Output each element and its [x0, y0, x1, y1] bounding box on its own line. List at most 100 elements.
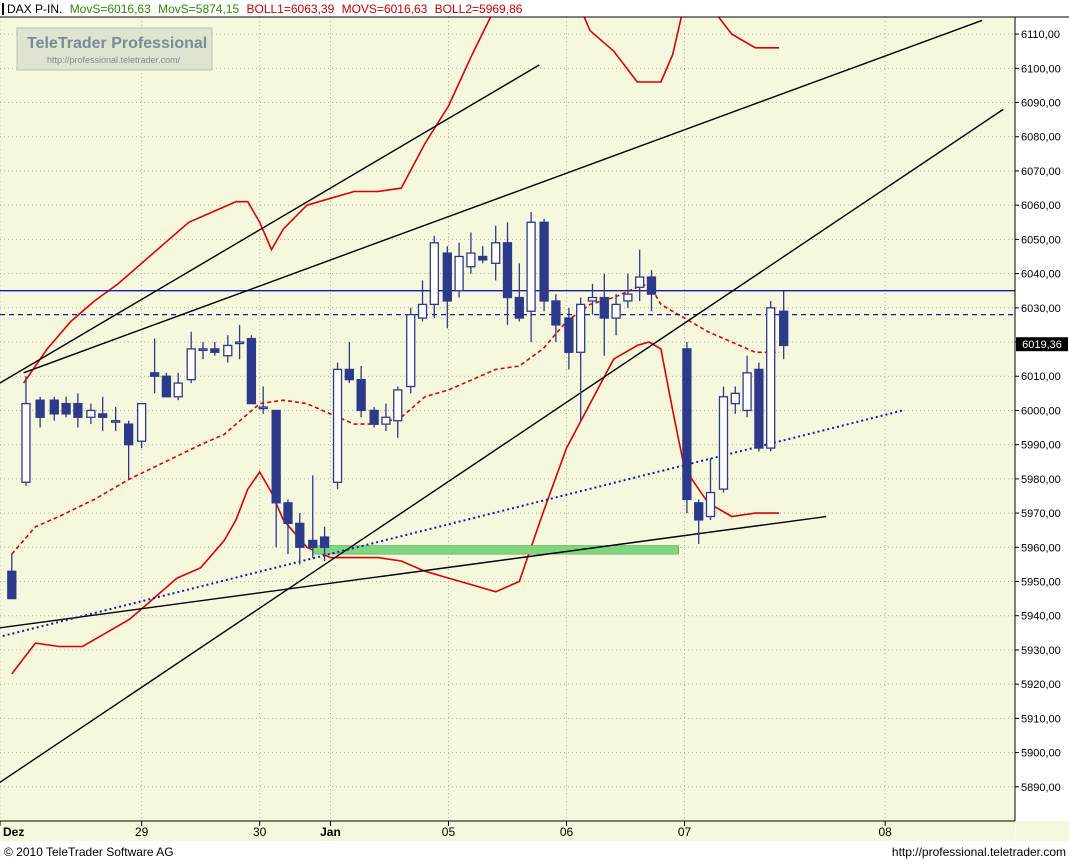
candle-body-down — [551, 300, 561, 326]
candle-body-down — [779, 310, 789, 347]
x-tick-label: 29 — [135, 825, 149, 839]
candle-body-down — [369, 409, 379, 425]
y-tick-label: 6010,00 — [1021, 371, 1061, 383]
support-zone-layer — [312, 545, 679, 555]
x-tick-label: 05 — [442, 825, 456, 839]
candlestick-chart: 5890,00 5900,00 5910,00 5920,00 5930,00 5940,… — [0, 0, 1069, 862]
candle-body-up — [766, 307, 776, 449]
candle-body-down — [98, 413, 108, 418]
candle-body-down — [344, 368, 354, 381]
candle-body-down — [646, 276, 657, 295]
candle-body-up — [491, 242, 501, 264]
symbol-label: DAX P-IN. — [7, 2, 62, 16]
candle-body-down — [694, 502, 704, 521]
footer-copyright: © 2010 TeleTrader Software AG — [4, 845, 174, 859]
candle — [754, 362, 764, 452]
candle-body-up — [742, 372, 752, 412]
y-tick-label: 6090,00 — [1021, 98, 1061, 110]
candle-body-down — [754, 368, 764, 449]
boll1-label: BOLL1=6063,39 — [247, 2, 335, 16]
candle-body-up — [111, 420, 121, 423]
candle-body-down — [161, 375, 172, 398]
candle-body-up — [526, 221, 536, 312]
candle-body-up — [454, 255, 464, 292]
candle-body-down — [271, 409, 281, 504]
candle-body-up — [466, 252, 476, 268]
candle-body-up — [332, 368, 343, 483]
candle-body-down — [514, 296, 524, 319]
y-tick-label: 6080,00 — [1021, 132, 1061, 144]
boll2-label: BOLL2=5969,86 — [435, 2, 523, 16]
x-tick-label: 08 — [878, 825, 892, 839]
y-tick-label: 6000,00 — [1021, 405, 1061, 417]
candle — [136, 402, 147, 449]
y-tick-label: 5910,00 — [1021, 713, 1061, 725]
y-tick-label: 6050,00 — [1021, 234, 1061, 246]
plot-area — [0, 17, 1015, 821]
title-bar-marker — [2, 3, 4, 15]
candle-body-up — [186, 348, 196, 381]
candle-body-up — [635, 276, 645, 288]
y-tick-label: 5940,00 — [1021, 611, 1061, 623]
candle-body-down — [295, 522, 305, 548]
y-tick-label: 5920,00 — [1021, 679, 1061, 691]
candle-body-down — [7, 570, 17, 600]
candle-body-down — [73, 402, 83, 418]
candle-body-up — [198, 348, 208, 352]
candle — [406, 307, 416, 394]
candle-body-up — [730, 392, 740, 405]
watermark-title: TeleTrader Professional — [27, 35, 207, 52]
candle-body-up — [429, 242, 439, 306]
x-tick-label: 30 — [253, 825, 267, 839]
candle — [682, 342, 692, 514]
y-tick-label: 6110,00 — [1021, 29, 1060, 41]
candle-body-down — [502, 242, 513, 299]
candle-body-up — [417, 303, 428, 319]
y-tick-label: 5990,00 — [1021, 440, 1061, 452]
y-tick-label: 5970,00 — [1021, 508, 1061, 520]
watermark: TeleTrader Professional http://professio… — [16, 27, 213, 71]
y-tick-label: 5980,00 — [1021, 474, 1061, 486]
y-tick-label: 6070,00 — [1021, 166, 1061, 178]
y-tick-label: 5890,00 — [1021, 782, 1061, 794]
chart-window: 5890,00 5900,00 5910,00 5920,00 5930,00 5940,… — [0, 0, 1069, 862]
candle-body-up — [718, 396, 729, 490]
candle — [718, 386, 729, 493]
last-price-label: 6019,36 — [1022, 339, 1062, 351]
y-tick-label: 6030,00 — [1021, 303, 1061, 315]
candle — [161, 372, 172, 398]
y-tick-label: 5960,00 — [1021, 542, 1061, 554]
candle — [766, 300, 776, 452]
y-tick-label: 6040,00 — [1021, 269, 1061, 281]
y-tick-label: 6060,00 — [1021, 200, 1061, 212]
candle-body-up — [406, 314, 416, 388]
watermark-url: http://professional.teletrader.com/ — [47, 55, 181, 65]
candle-body-up — [234, 341, 245, 345]
candle — [369, 407, 379, 428]
support-zone — [312, 545, 679, 555]
candle-body-up — [393, 389, 403, 422]
candle-body-down — [35, 399, 45, 418]
candle-body-down — [210, 348, 220, 353]
indicator-legend: DAX P-IN. MovS=6016,63 MovS=5874,15 BOLL… — [7, 2, 523, 16]
y-tick-label: 5930,00 — [1021, 645, 1061, 657]
candle-body-down — [319, 536, 330, 548]
candle-body-up — [136, 402, 147, 442]
candle-body-up — [173, 382, 183, 398]
candle-body-up — [623, 293, 633, 302]
candle-body-up — [611, 303, 621, 319]
candle-body-up — [223, 344, 233, 357]
candle-body-up — [258, 406, 268, 410]
x-tick-label: Jan — [320, 825, 341, 839]
candle-body-down — [123, 423, 134, 446]
candle-body-down — [356, 379, 366, 412]
last-price-marker: 6019,36 — [1016, 337, 1068, 352]
candle-body-up — [576, 303, 586, 353]
x-tick-label: Dez — [3, 825, 24, 839]
axis-corner — [1016, 821, 1069, 841]
candle-body-down — [442, 252, 452, 302]
candle — [246, 335, 257, 405]
candle — [539, 218, 549, 312]
candle-body-down — [308, 539, 318, 548]
candle-body-down — [61, 402, 71, 415]
